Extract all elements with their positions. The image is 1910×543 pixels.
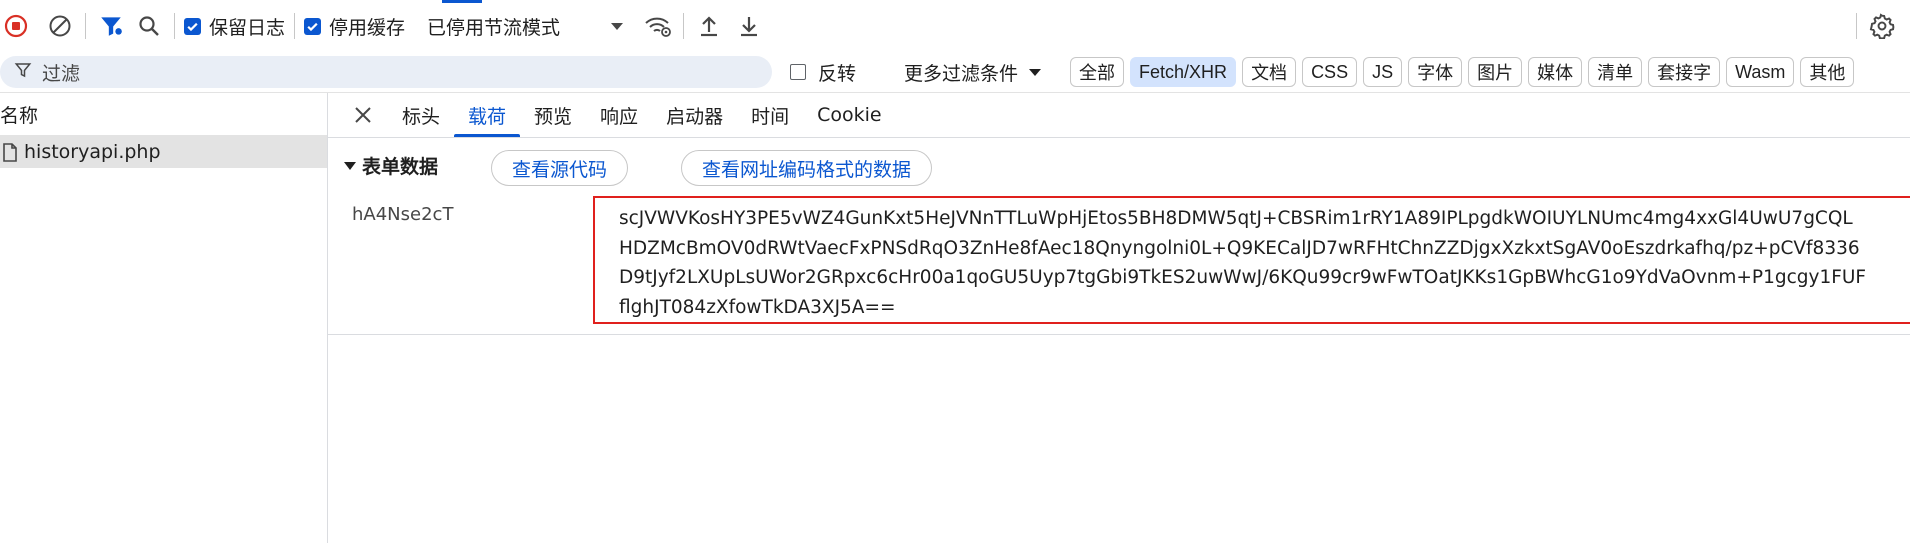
close-icon[interactable] bbox=[350, 102, 376, 128]
filter-input[interactable]: 过滤 bbox=[0, 56, 772, 88]
tab-cookies[interactable]: Cookie bbox=[803, 93, 896, 137]
type-filter-media[interactable]: 媒体 bbox=[1528, 57, 1583, 87]
view-url-encoded-button[interactable]: 查看网址编码格式的数据 bbox=[681, 150, 933, 186]
name-column-header[interactable]: 名称 bbox=[0, 93, 327, 136]
request-name: historyapi.php bbox=[24, 141, 161, 163]
type-filter-fetch-xhr[interactable]: Fetch/XHR bbox=[1130, 57, 1237, 87]
filter-placeholder: 过滤 bbox=[42, 62, 81, 85]
toolbar-separator bbox=[85, 13, 86, 39]
type-filter-all[interactable]: 全部 bbox=[1070, 57, 1125, 87]
stop-recording-icon[interactable] bbox=[0, 10, 32, 42]
name-column-label: 名称 bbox=[0, 104, 39, 127]
request-row[interactable]: historyapi.php bbox=[0, 136, 327, 168]
clear-icon[interactable] bbox=[44, 10, 76, 42]
toolbar-separator bbox=[294, 13, 296, 39]
invert-checkbox[interactable]: 反转 bbox=[790, 59, 856, 86]
settings-icon[interactable] bbox=[1866, 10, 1898, 42]
field-value-line: HDZMcBmOV0dRWtVaecFxPNSdRqO3ZnHe8fAec18Q… bbox=[619, 237, 1860, 259]
checkbox-checked-icon bbox=[184, 17, 201, 35]
disable-cache-checkbox[interactable]: 停用缓存 bbox=[304, 13, 405, 40]
type-filter-socket[interactable]: 套接字 bbox=[1648, 57, 1721, 87]
filter-icon[interactable] bbox=[95, 10, 127, 42]
request-list: 名称 historyapi.php bbox=[0, 93, 328, 543]
toolbar-indicator bbox=[442, 0, 482, 3]
type-filter-manifest[interactable]: 清单 bbox=[1588, 57, 1643, 87]
tab-initiator[interactable]: 启动器 bbox=[652, 93, 737, 137]
form-data-title: 表单数据 bbox=[362, 156, 439, 178]
filter-funnel-icon bbox=[14, 61, 32, 84]
chevron-down-icon bbox=[1028, 61, 1042, 83]
invert-label: 反转 bbox=[818, 62, 857, 85]
document-icon bbox=[2, 142, 18, 162]
type-filter-other[interactable]: 其他 bbox=[1800, 57, 1855, 87]
preserve-log-label: 保留日志 bbox=[209, 16, 286, 39]
type-filter-css[interactable]: CSS bbox=[1302, 57, 1358, 87]
more-filters-label: 更多过滤条件 bbox=[904, 62, 1019, 85]
form-field-value[interactable]: scJVWVKosHY3PE5vWZ4GunKxt5HeJVNnTTLuWpHj… bbox=[593, 196, 1910, 324]
main-toolbar: 保留日志 停用缓存 已停用节流模式 bbox=[0, 0, 1910, 52]
disable-cache-label: 停用缓存 bbox=[329, 16, 406, 39]
section-divider bbox=[328, 334, 1910, 335]
checkbox-checked-icon bbox=[304, 17, 322, 35]
tab-headers[interactable]: 标头 bbox=[388, 93, 454, 137]
tab-preview[interactable]: 预览 bbox=[520, 93, 586, 137]
detail-tabs: 标头 载荷 预览 响应 启动器 时间 Cookie bbox=[328, 93, 1910, 138]
chevron-down-icon bbox=[610, 15, 624, 37]
throttling-value: 已停用节流模式 bbox=[427, 16, 561, 39]
tab-timing[interactable]: 时间 bbox=[737, 93, 803, 137]
network-conditions-icon[interactable] bbox=[642, 10, 674, 42]
payload-panel: 表单数据 查看源代码 查看网址编码格式的数据 hA4Nse2cT scJVWVK… bbox=[328, 138, 1910, 543]
form-data-section-header[interactable]: 表单数据 bbox=[344, 152, 438, 179]
type-filter-doc[interactable]: 文档 bbox=[1242, 57, 1297, 87]
type-filter-font[interactable]: 字体 bbox=[1408, 57, 1463, 87]
triangle-down-icon bbox=[344, 161, 356, 170]
type-filter-js[interactable]: JS bbox=[1363, 57, 1403, 87]
field-value-line: D9tJyf2LXUpLsUWor2GRpxc6cHr00a1qoGU5Uyp7… bbox=[619, 267, 1867, 288]
toolbar-separator bbox=[683, 13, 685, 39]
throttling-select[interactable]: 已停用节流模式 bbox=[427, 13, 624, 40]
type-filter-wasm[interactable]: Wasm bbox=[1726, 57, 1795, 87]
toolbar-separator bbox=[174, 13, 175, 39]
field-value-line: flghJT084zXfowTkDA3XJ5A== bbox=[619, 296, 896, 318]
filter-bar: 过滤 反转 更多过滤条件 全部 Fetch/XHR 文档 CSS JS 字体 图… bbox=[0, 52, 1910, 93]
resource-type-filters: 全部 Fetch/XHR 文档 CSS JS 字体 图片 媒体 清单 套接字 W… bbox=[1070, 57, 1860, 87]
tab-payload[interactable]: 载荷 bbox=[454, 93, 521, 137]
preserve-log-checkbox[interactable]: 保留日志 bbox=[184, 13, 285, 40]
view-source-button[interactable]: 查看源代码 bbox=[491, 150, 629, 186]
toolbar-separator bbox=[1856, 13, 1857, 39]
search-icon[interactable] bbox=[133, 10, 165, 42]
more-filters-dropdown[interactable]: 更多过滤条件 bbox=[904, 59, 1042, 86]
form-field-key: hA4Nse2cT bbox=[352, 204, 454, 225]
tab-response[interactable]: 响应 bbox=[586, 93, 652, 137]
type-filter-img[interactable]: 图片 bbox=[1468, 57, 1523, 87]
import-icon[interactable] bbox=[693, 10, 725, 42]
export-icon[interactable] bbox=[733, 10, 765, 42]
checkbox-unchecked-icon bbox=[790, 64, 806, 80]
field-value-line: scJVWVKosHY3PE5vWZ4GunKxt5HeJVNnTTLuWpHj… bbox=[619, 208, 1853, 229]
